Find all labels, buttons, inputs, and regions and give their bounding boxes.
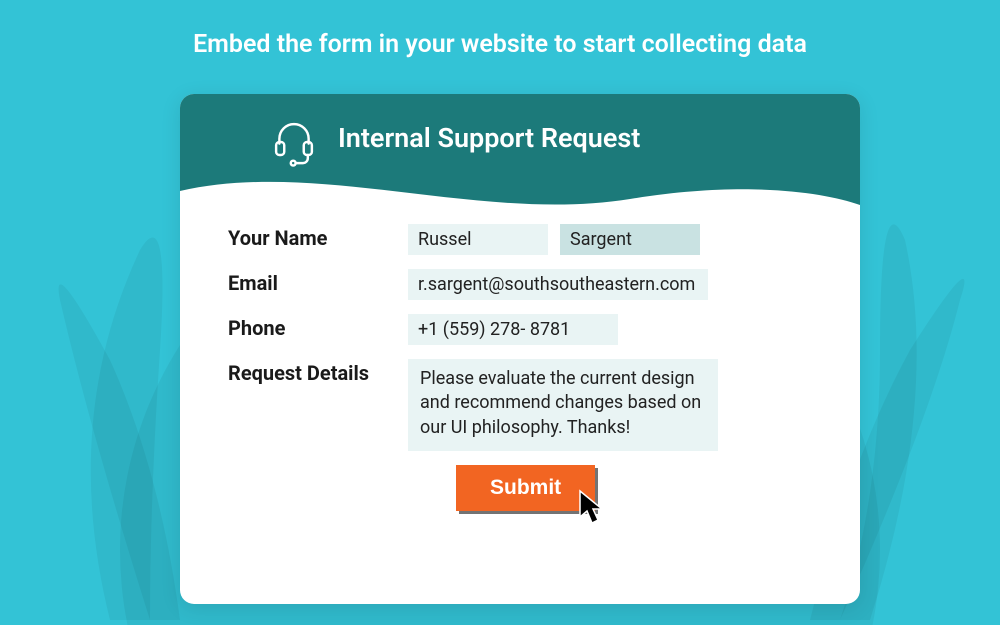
header-wave bbox=[180, 171, 860, 219]
first-name-input[interactable]: Russel bbox=[408, 224, 548, 255]
last-name-input[interactable]: Sargent bbox=[560, 224, 700, 255]
row-phone: Phone +1 (559) 278- 8781 bbox=[228, 314, 812, 345]
support-form: Your Name Russel Sargent Email r.sargent… bbox=[180, 218, 860, 531]
label-email: Email bbox=[228, 269, 408, 295]
row-name: Your Name Russel Sargent bbox=[228, 224, 812, 255]
email-input[interactable]: r.sargent@southsoutheastern.com bbox=[408, 269, 708, 300]
form-card: Internal Support Request Your Name Russe… bbox=[180, 94, 860, 604]
page-headline: Embed the form in your website to start … bbox=[0, 30, 1000, 59]
stage: Embed the form in your website to start … bbox=[0, 0, 1000, 625]
submit-button[interactable]: Submit bbox=[456, 465, 595, 511]
submit-row: Submit bbox=[228, 465, 812, 511]
label-phone: Phone bbox=[228, 314, 408, 340]
phone-input[interactable]: +1 (559) 278- 8781 bbox=[408, 314, 618, 345]
label-name: Your Name bbox=[228, 224, 408, 250]
form-header: Internal Support Request bbox=[180, 94, 860, 218]
form-title: Internal Support Request bbox=[338, 122, 640, 154]
row-email: Email r.sargent@southsoutheastern.com bbox=[228, 269, 812, 300]
headset-icon bbox=[268, 116, 320, 168]
row-details: Request Details Please evaluate the curr… bbox=[228, 359, 812, 451]
details-textarea[interactable]: Please evaluate the current design and r… bbox=[408, 359, 718, 451]
label-details: Request Details bbox=[228, 359, 408, 385]
